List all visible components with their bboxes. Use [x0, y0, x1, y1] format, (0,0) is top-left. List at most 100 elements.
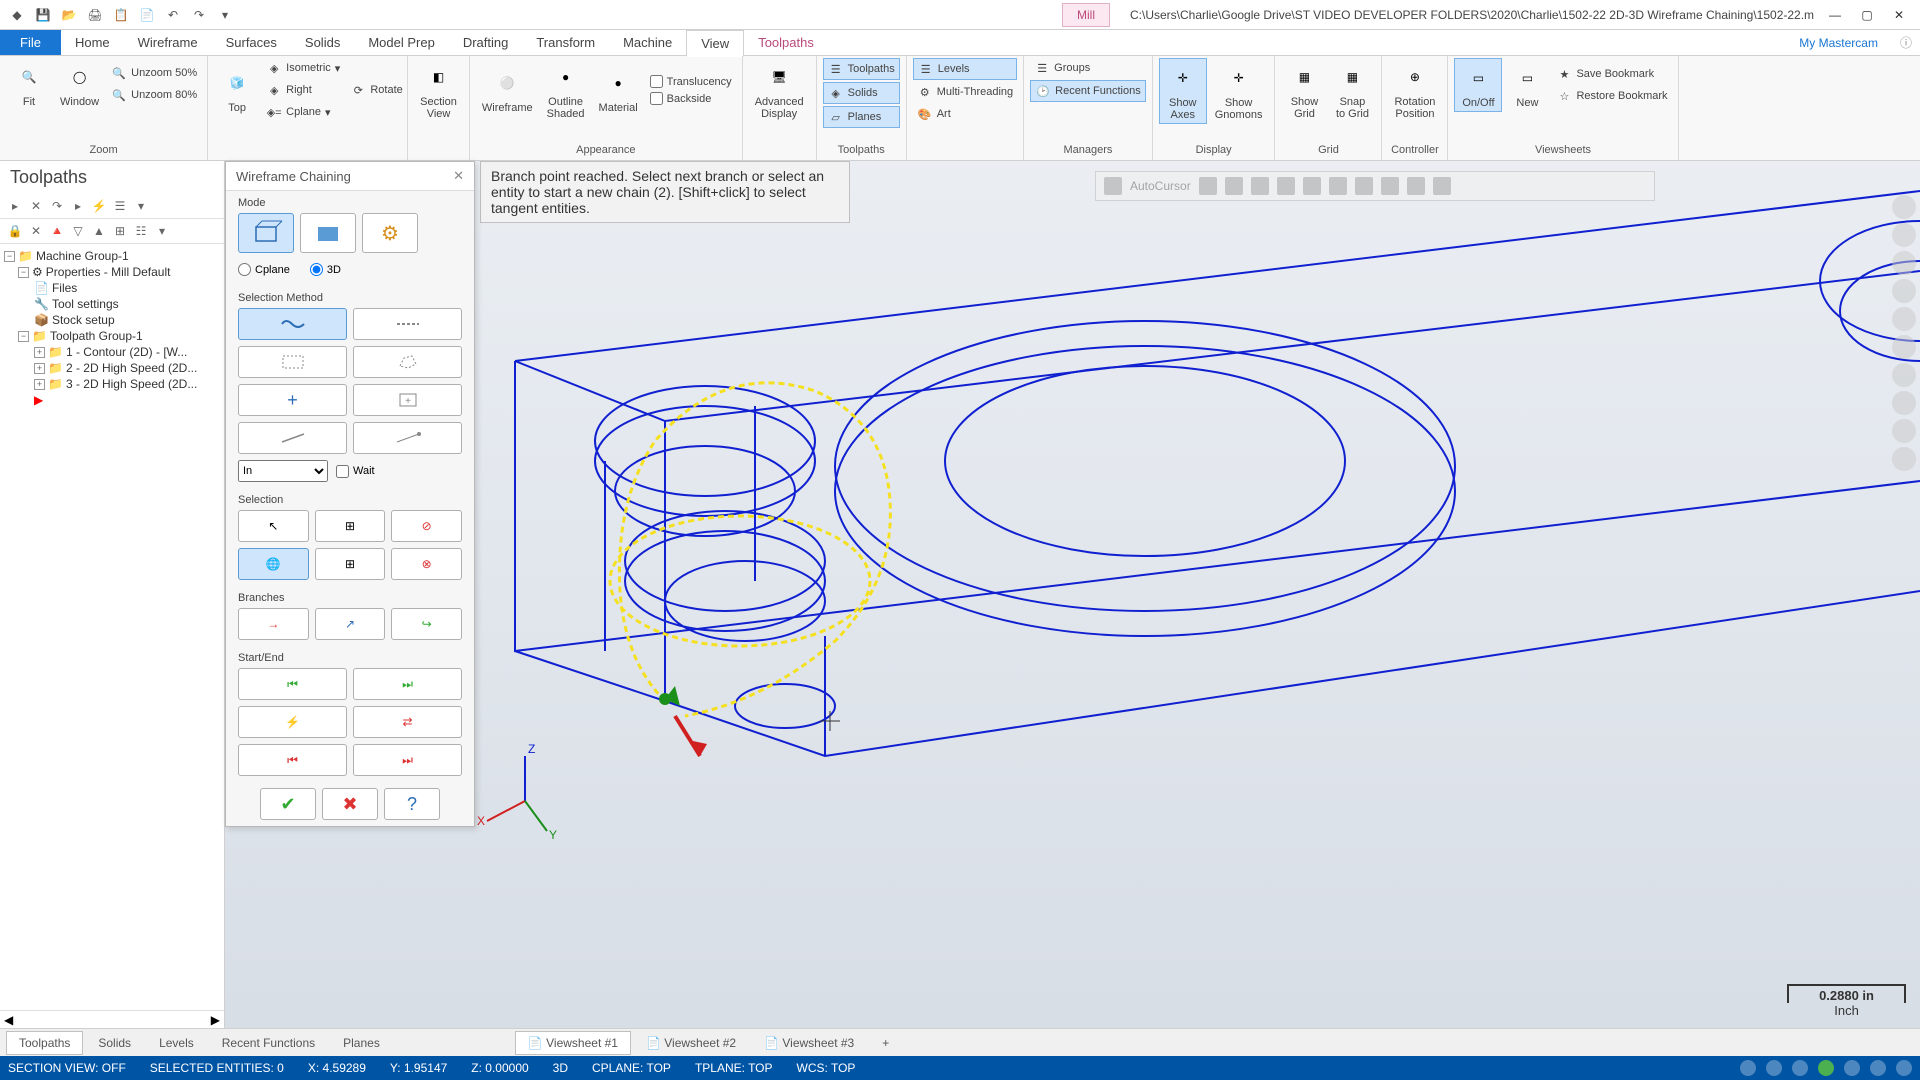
copy-icon[interactable]: 📋: [112, 6, 130, 24]
tree-machine-group[interactable]: Machine Group-1: [36, 249, 129, 263]
tree-properties[interactable]: Properties - Mill Default: [46, 265, 171, 279]
viewsheet-new-button[interactable]: ▭New: [1504, 59, 1550, 111]
toolpaths-toggle[interactable]: ☰Toolpaths: [823, 58, 900, 80]
unzoom-50-button[interactable]: 🔍Unzoom 50%: [107, 63, 201, 83]
end-button[interactable]: ⏭: [353, 668, 462, 700]
sel-icon[interactable]: [1433, 177, 1451, 195]
plus-icon[interactable]: +: [34, 379, 45, 390]
tb-icon[interactable]: ▽: [69, 222, 87, 240]
btm-recent[interactable]: Recent Functions: [209, 1031, 328, 1055]
polygon-button[interactable]: [353, 346, 462, 378]
viewsheet-onoff-button[interactable]: ▭On/Off: [1454, 58, 1502, 112]
tab-wireframe[interactable]: Wireframe: [124, 30, 212, 55]
recent-toggle[interactable]: 🕑Recent Functions: [1030, 80, 1146, 102]
mode-wireframe-button[interactable]: [238, 213, 294, 253]
autocursor-label[interactable]: AutoCursor: [1130, 179, 1191, 193]
context-tab-mill[interactable]: Mill: [1062, 3, 1110, 27]
next-button[interactable]: ⏭: [353, 744, 462, 776]
dialog-titlebar[interactable]: Wireframe Chaining ✕: [226, 162, 474, 191]
status-icon[interactable]: [1870, 1060, 1886, 1076]
snap-grid-button[interactable]: ▦Snap to Grid: [1329, 58, 1375, 122]
planes-toggle[interactable]: ▱Planes: [823, 106, 900, 128]
minimize-button[interactable]: —: [1820, 4, 1850, 26]
tb-icon[interactable]: ⚡: [90, 197, 108, 215]
open-icon[interactable]: 📂: [60, 6, 78, 24]
save-bookmark-button[interactable]: ★Save Bookmark: [1552, 64, 1671, 84]
material-button[interactable]: ●Material: [593, 64, 644, 116]
rt-icon[interactable]: [1892, 195, 1916, 219]
viewsheet-3-tab[interactable]: 📄 Viewsheet #3: [751, 1031, 867, 1055]
top-view-button[interactable]: 🧊 Top: [214, 64, 260, 116]
sel-icon[interactable]: [1277, 177, 1295, 195]
status-icon[interactable]: [1740, 1060, 1756, 1076]
ok-button[interactable]: ✔: [260, 788, 316, 820]
groups-toggle[interactable]: ☰Groups: [1030, 58, 1146, 78]
operations-tree[interactable]: −📁 Machine Group-1 −⚙ Properties - Mill …: [0, 244, 224, 1010]
translucency-check[interactable]: Translucency: [646, 74, 736, 89]
tab-home[interactable]: Home: [61, 30, 124, 55]
tb-icon[interactable]: ✕: [27, 197, 45, 215]
point-button[interactable]: [353, 422, 462, 454]
rotation-position-button[interactable]: ⊕Rotation Position: [1388, 58, 1441, 122]
redo-icon[interactable]: ↷: [190, 6, 208, 24]
tb-icon[interactable]: 🔺: [48, 222, 66, 240]
sel-icon[interactable]: [1225, 177, 1243, 195]
wait-check[interactable]: Wait: [336, 465, 375, 478]
close-button[interactable]: ✕: [1884, 4, 1914, 26]
insert-arrow-icon[interactable]: ▶: [34, 393, 43, 407]
qat-dropdown-icon[interactable]: ▾: [216, 6, 234, 24]
select-all-button[interactable]: 🌐: [238, 548, 309, 580]
partial-chain-button[interactable]: [353, 308, 462, 340]
status-icon[interactable]: [1818, 1060, 1834, 1076]
mode-solid-button[interactable]: [300, 213, 356, 253]
sel-icon[interactable]: [1251, 177, 1269, 195]
select-exclude-button[interactable]: ⊗: [391, 548, 462, 580]
outline-shaded-button[interactable]: ●Outline Shaded: [541, 58, 591, 122]
minus-icon[interactable]: −: [18, 331, 29, 342]
rt-icon[interactable]: [1892, 447, 1916, 471]
start-button[interactable]: ⏮: [238, 668, 347, 700]
status-cplane[interactable]: CPLANE: TOP: [592, 1061, 671, 1075]
btm-toolpaths[interactable]: Toolpaths: [6, 1031, 83, 1055]
maximize-button[interactable]: ▢: [1852, 4, 1882, 26]
cplane-button[interactable]: ◈=Cplane▾: [262, 102, 344, 122]
right-view-button[interactable]: ◈Right: [262, 80, 344, 100]
tree-op2[interactable]: 2 - 2D High Speed (2D...: [66, 361, 197, 375]
adv-display-button[interactable]: 🖥Advanced Display: [749, 58, 810, 122]
status-icon[interactable]: [1896, 1060, 1912, 1076]
reverse-button[interactable]: ⇄: [353, 706, 462, 738]
no-entry-button[interactable]: ⊘: [391, 510, 462, 542]
tb-icon[interactable]: ✕: [27, 222, 45, 240]
rt-icon[interactable]: [1892, 251, 1916, 275]
sel-icon[interactable]: [1329, 177, 1347, 195]
scroll-right-icon[interactable]: ▶: [211, 1013, 220, 1027]
viewport[interactable]: AutoCursor: [225, 161, 1920, 1028]
tb-icon[interactable]: ▸: [6, 197, 24, 215]
viewsheet-add-tab[interactable]: +: [869, 1031, 902, 1055]
tb-icon[interactable]: ▾: [132, 197, 150, 215]
file-tab[interactable]: File: [0, 30, 61, 55]
area-plus-button[interactable]: +: [353, 384, 462, 416]
minus-icon[interactable]: −: [18, 267, 29, 278]
scroll-left-icon[interactable]: ◀: [4, 1013, 13, 1027]
tree-op3[interactable]: 3 - 2D High Speed (2D...: [66, 377, 197, 391]
isometric-button[interactable]: ◈Isometric▾: [262, 58, 344, 78]
multithread-toggle[interactable]: ⚙Multi-Threading: [913, 82, 1017, 102]
section-view-button[interactable]: ◧ Section View: [414, 58, 463, 122]
chain-button[interactable]: [238, 308, 347, 340]
window-button[interactable]: [238, 346, 347, 378]
viewsheet-2-tab[interactable]: 📄 Viewsheet #2: [633, 1031, 749, 1055]
rt-icon[interactable]: [1892, 391, 1916, 415]
sel-icon[interactable]: [1407, 177, 1425, 195]
3d-radio[interactable]: 3D: [310, 263, 341, 276]
status-section-view[interactable]: SECTION VIEW: OFF: [8, 1061, 126, 1075]
btm-levels[interactable]: Levels: [146, 1031, 207, 1055]
select-connect-button[interactable]: ⊞: [315, 548, 386, 580]
cplane-radio[interactable]: Cplane: [238, 263, 290, 276]
tb-icon[interactable]: ☰: [111, 197, 129, 215]
select-last-button[interactable]: ↖: [238, 510, 309, 542]
show-gnomons-button[interactable]: ✛Show Gnomons: [1209, 59, 1269, 123]
status-tplane[interactable]: TPLANE: TOP: [695, 1061, 773, 1075]
rt-icon[interactable]: [1892, 419, 1916, 443]
rt-icon[interactable]: [1892, 279, 1916, 303]
